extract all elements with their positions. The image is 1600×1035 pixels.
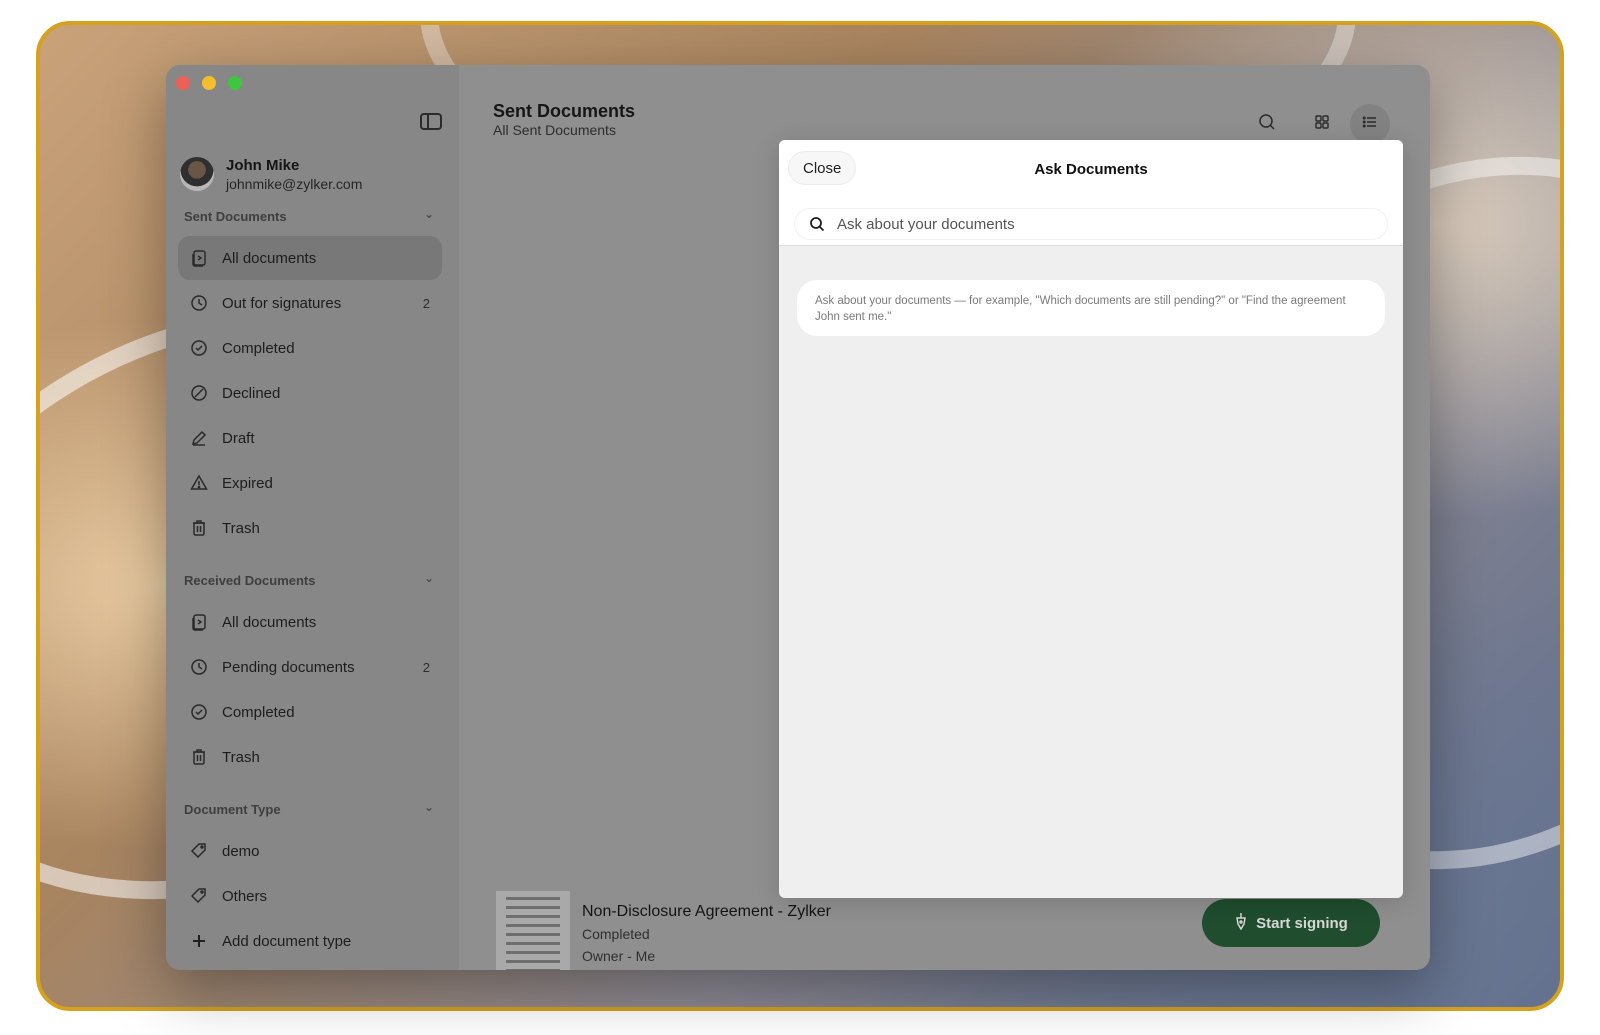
sidebar-item-draft[interactable]: Draft xyxy=(178,416,442,460)
chevron-down-icon: ⌄ xyxy=(423,207,434,221)
chevron-down-icon: ⌄ xyxy=(423,571,434,585)
document-owner: Owner - Me xyxy=(582,948,656,964)
section-header-sent-documents[interactable]: Sent Documents ⌄ xyxy=(184,207,442,224)
sidebar-item-sent-trash[interactable]: Trash xyxy=(178,506,442,550)
add-document-type-button[interactable]: Add document type xyxy=(178,919,442,963)
close-window-button[interactable] xyxy=(176,76,190,90)
sidebar-item-demo[interactable]: demo xyxy=(178,829,442,873)
sidebar-item-expired[interactable]: Expired xyxy=(178,461,442,505)
hint-card: Ask about your documents — for example, … xyxy=(797,280,1385,336)
search-icon xyxy=(1258,113,1276,136)
document-thumbnail[interactable] xyxy=(496,891,570,970)
search-box[interactable] xyxy=(795,209,1387,239)
document-title[interactable]: Non-Disclosure Agreement - Zylker xyxy=(582,903,831,921)
minimize-window-button[interactable] xyxy=(202,76,216,90)
list-view-button[interactable] xyxy=(1350,104,1390,144)
sidebar-item-others[interactable]: Others xyxy=(178,874,442,918)
ask-documents-modal: Close Ask Documents Ask about your docum… xyxy=(779,140,1403,898)
count-badge: 2 xyxy=(422,659,430,675)
sidebar-item-sent-completed[interactable]: Completed xyxy=(178,326,442,370)
pencil-icon xyxy=(188,427,210,449)
section-header-document-type[interactable]: Document Type ⌄ xyxy=(184,800,442,817)
tag-icon xyxy=(188,840,210,862)
section-header-received-documents[interactable]: Received Documents ⌄ xyxy=(184,571,442,588)
list-icon xyxy=(1362,114,1378,135)
trash-icon xyxy=(188,746,210,768)
modal-title: Ask Documents xyxy=(1034,161,1148,178)
document-status: Completed xyxy=(582,926,650,942)
start-signing-button[interactable]: Start signing xyxy=(1202,899,1380,947)
avatar[interactable] xyxy=(180,157,214,191)
search-icon xyxy=(809,216,827,232)
documents-icon xyxy=(188,247,210,269)
sidebar-item-received-all-documents[interactable]: All documents xyxy=(178,600,442,644)
app-window: John Mike johnmike@zylker.com Sent Docum… xyxy=(166,65,1430,970)
chevron-down-icon: ⌄ xyxy=(423,800,434,814)
grid-icon xyxy=(1314,114,1330,135)
page-subtitle: All Sent Documents xyxy=(493,122,616,138)
sidebar-item-out-for-signatures[interactable]: Out for signatures 2 xyxy=(178,281,442,325)
sidebar-item-sent-all-documents[interactable]: All documents xyxy=(178,236,442,280)
ask-documents-input[interactable] xyxy=(835,214,1359,234)
sidebar-toggle-icon[interactable] xyxy=(420,113,442,130)
clock-icon xyxy=(188,292,210,314)
page-title: Sent Documents xyxy=(493,101,636,121)
count-badge: 2 xyxy=(422,295,430,311)
clock-icon xyxy=(188,656,210,678)
declined-icon xyxy=(188,382,210,404)
check-circle-icon xyxy=(188,337,210,359)
pen-nib-icon xyxy=(1234,912,1248,934)
check-circle-icon xyxy=(188,701,210,723)
sidebar-item-pending-documents[interactable]: Pending documents 2 xyxy=(178,645,442,689)
modal-header: Close Ask Documents xyxy=(779,140,1403,246)
plus-icon xyxy=(188,930,210,952)
documents-icon xyxy=(188,611,210,633)
zoom-window-button[interactable] xyxy=(228,76,242,90)
search-button[interactable] xyxy=(1247,104,1287,144)
main-panel: Sent Documents All Sent Documents Non-Di… xyxy=(459,65,1430,970)
user-email: johnmike@zylker.com xyxy=(226,176,363,192)
grid-view-button[interactable] xyxy=(1302,104,1342,144)
sidebar-item-received-trash[interactable]: Trash xyxy=(178,735,442,779)
sidebar: John Mike johnmike@zylker.com Sent Docum… xyxy=(166,65,459,970)
tag-icon xyxy=(188,885,210,907)
sidebar-item-received-completed[interactable]: Completed xyxy=(178,690,442,734)
trash-icon xyxy=(188,517,210,539)
warning-icon xyxy=(188,472,210,494)
user-name: John Mike xyxy=(226,157,300,174)
sidebar-item-declined[interactable]: Declined xyxy=(178,371,442,415)
